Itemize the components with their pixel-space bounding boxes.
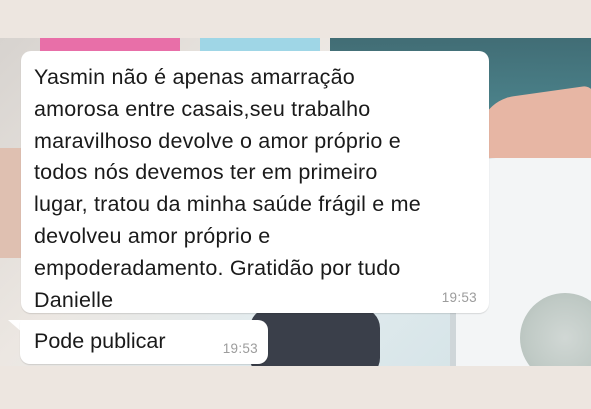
background-dark-shape <box>250 308 380 366</box>
message-text: Pode publicar <box>34 329 166 353</box>
message-bubble[interactable]: Pode publicar 19:53 <box>20 320 268 364</box>
message-timestamp: 19:53 <box>222 341 258 356</box>
message-bubble[interactable]: Yasmin não é apenas amarração amorosa en… <box>21 51 489 313</box>
message-timestamp: 19:53 <box>441 290 477 305</box>
message-text: Yasmin não é apenas amarração amorosa en… <box>34 65 421 312</box>
